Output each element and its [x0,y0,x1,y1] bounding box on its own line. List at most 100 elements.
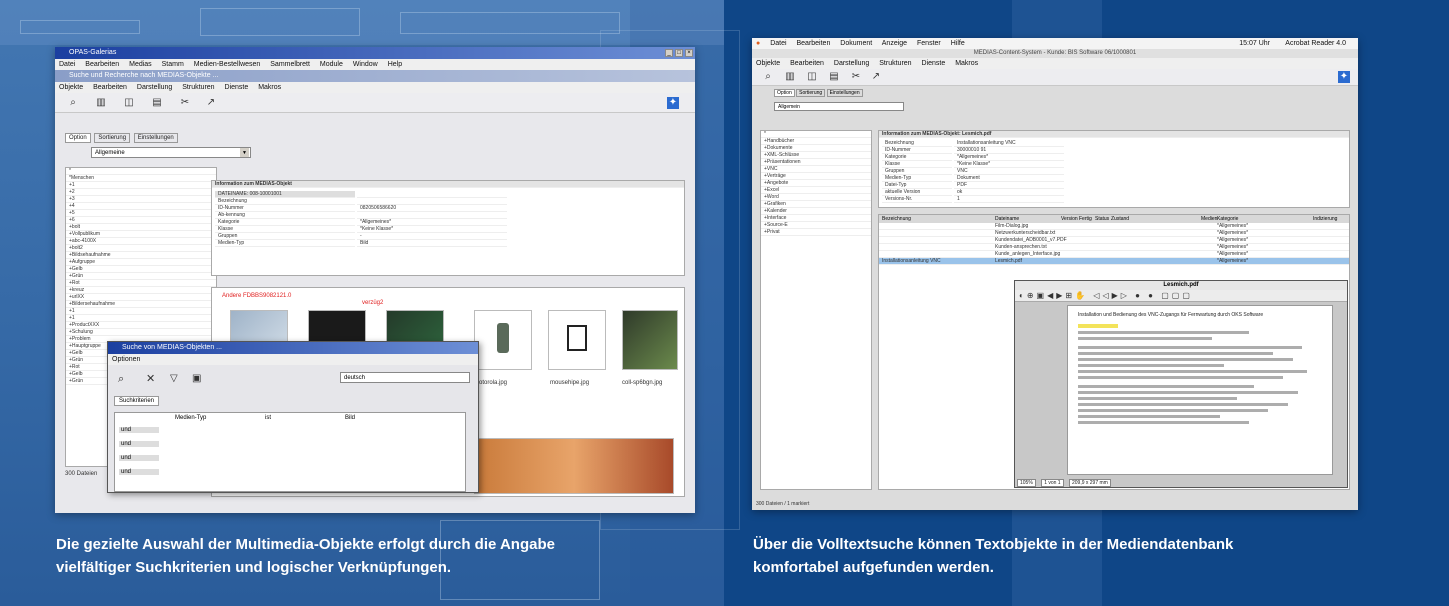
menu-makros[interactable]: Makros [258,84,281,91]
thumbnail[interactable] [474,310,532,370]
menu-help[interactable]: Help [388,61,402,68]
zoom-level[interactable]: 105% [1017,479,1036,487]
thumbnail[interactable] [622,310,678,370]
list-item[interactable]: * [761,131,871,138]
list-item[interactable]: *Menschen [66,175,216,182]
menu-datei[interactable]: Datei [59,61,75,68]
category-dropdown[interactable]: Allgemein [774,102,904,111]
menu-objekte[interactable]: Objekte [756,60,780,67]
list-item[interactable]: +Angebote [761,180,871,187]
menu-bearbeiten[interactable]: Bearbeiten [93,84,127,91]
pdf-toolbar[interactable]: ◐⊕▣◀▶⊞✋ ◁◁▶▷ ● ● ▢▢▢ [1015,290,1347,302]
tab-sortierung[interactable]: Sortierung [796,89,826,97]
list-item[interactable]: +Grafiken [761,201,871,208]
menu-strukturen[interactable]: Strukturen [879,60,911,67]
list-item[interactable]: +1 [66,308,216,315]
minimize-icon[interactable]: _ [665,49,673,57]
list-item[interactable]: +ProductXXX [66,322,216,329]
filter-icon[interactable]: ▽ [170,373,178,384]
tab-einstellungen[interactable]: Einstellungen [133,133,178,143]
menu-medias[interactable]: Medias [129,61,152,68]
menu-darstellung[interactable]: Darstellung [137,84,172,91]
list-item[interactable]: +3 [66,196,216,203]
column-header[interactable]: Fertig [1079,215,1092,223]
column-header[interactable]: Status [1095,215,1109,223]
chevron-down-icon[interactable]: ▼ [240,148,249,157]
menu-module[interactable]: Module [320,61,343,68]
list-item[interactable]: +Vollpublikum [66,231,216,238]
criteria-operator[interactable]: und [119,455,159,461]
save-icon[interactable]: ▣ [192,373,201,384]
close-icon[interactable]: × [685,49,693,57]
menu-datei[interactable]: Datei [770,40,786,47]
list-item[interactable]: +Handbücher [761,138,871,145]
search-icon[interactable]: ⌕ [118,373,124,386]
category-dropdown[interactable]: Allgemeine ▼ [91,147,251,158]
table-row[interactable]: Netzwerkunterscheidbar.txt *Allgemeines* [879,230,1349,237]
list-item[interactable]: +abc-4100X [66,238,216,245]
menu-window[interactable]: Window [353,61,378,68]
list-item[interactable]: +Bildsehaufnahme [66,252,216,259]
tab-option[interactable]: Option [65,133,91,143]
column-header[interactable]: Bezeichnung [882,215,911,223]
criteria-operator[interactable]: und [119,427,159,433]
menu-darstellung[interactable]: Darstellung [834,60,869,67]
column-header[interactable]: Kategorie [1217,215,1238,223]
list-item[interactable]: +Kalender [761,208,871,215]
list-item[interactable]: +VNC [761,166,871,173]
table-row[interactable]: Kunden-ansprechen.txt *Allgemeines* [879,244,1349,251]
menu-dokument[interactable]: Dokument [840,40,872,47]
list-item[interactable]: +bolt [66,224,216,231]
list-item[interactable]: +6 [66,217,216,224]
criteria-operator[interactable]: und [119,441,159,447]
menu-fenster[interactable]: Fenster [917,40,941,47]
tool-icon[interactable]: ↗ [205,97,217,109]
list-item[interactable]: +urlXX [66,294,216,301]
column-header[interactable]: Zustand [1111,215,1129,223]
menu-bearbeiten[interactable]: Bearbeiten [85,61,119,68]
tool-icon[interactable]: ↗ [870,71,882,83]
column-header[interactable]: Version [1061,215,1078,223]
list-item[interactable]: +Grün [66,273,216,280]
close-icon[interactable]: ✕ [146,372,155,385]
list-item[interactable]: +Bildersehaufnahme [66,301,216,308]
copy-icon[interactable]: ◫ [123,97,135,109]
menu-bearbeiten[interactable]: Bearbeiten [796,40,830,47]
menu-bestellwesen[interactable]: Medien-Bestellwesen [194,61,261,68]
thumbnail[interactable] [548,310,606,370]
menu-bearbeiten[interactable]: Bearbeiten [790,60,824,67]
list-item[interactable]: +1 [66,315,216,322]
table-row-selected[interactable]: Installationsanleitung VNC Lesmich.pdf *… [879,258,1349,265]
menu-stamm[interactable]: Stamm [162,61,184,68]
list-item[interactable]: +4 [66,203,216,210]
maximize-icon[interactable]: □ [675,49,683,57]
dialog-menu[interactable]: Optionen [108,354,478,365]
column-header[interactable]: Dateiname [995,215,1019,223]
menu-makros[interactable]: Makros [955,60,978,67]
copy-icon[interactable]: ◫ [806,71,818,83]
list-item[interactable]: +Aufgruppe [66,259,216,266]
list-item[interactable]: +Präsentationen [761,159,871,166]
search-icon[interactable]: ⌕ [762,71,774,83]
table-row[interactable]: Kunde_anlegen_Interface.jpg *Allgemeines* [879,251,1349,258]
criteria-operator[interactable]: und [119,469,159,475]
column-header[interactable]: Indizierung [1313,215,1337,223]
list-item[interactable]: +Verträge [761,173,871,180]
menu-strukturen[interactable]: Strukturen [182,84,214,91]
tab-option[interactable]: Option [774,89,795,97]
active-app[interactable]: Acrobat Reader 4.0 [1285,38,1346,49]
delete-icon[interactable]: ▥ [95,97,107,109]
language-dropdown[interactable]: deutsch [340,372,470,383]
list-item[interactable]: +Interface [761,215,871,222]
list-item[interactable]: +Word [761,194,871,201]
thumbnail[interactable] [474,438,674,494]
list-item[interactable]: +Rot [66,280,216,287]
apple-icon[interactable]: ● [756,40,760,47]
menu-objekte[interactable]: Objekte [59,84,83,91]
tab-suchkriterien[interactable]: Suchkriterien [114,396,160,406]
list-item[interactable]: +Excel [761,187,871,194]
list-item[interactable]: +bolt2 [66,245,216,252]
tag-icon[interactable]: ✂ [850,71,862,83]
menu-dienste[interactable]: Dienste [225,84,249,91]
table-row[interactable]: Film-Dialog.jpg *Allgemeines* [879,223,1349,230]
